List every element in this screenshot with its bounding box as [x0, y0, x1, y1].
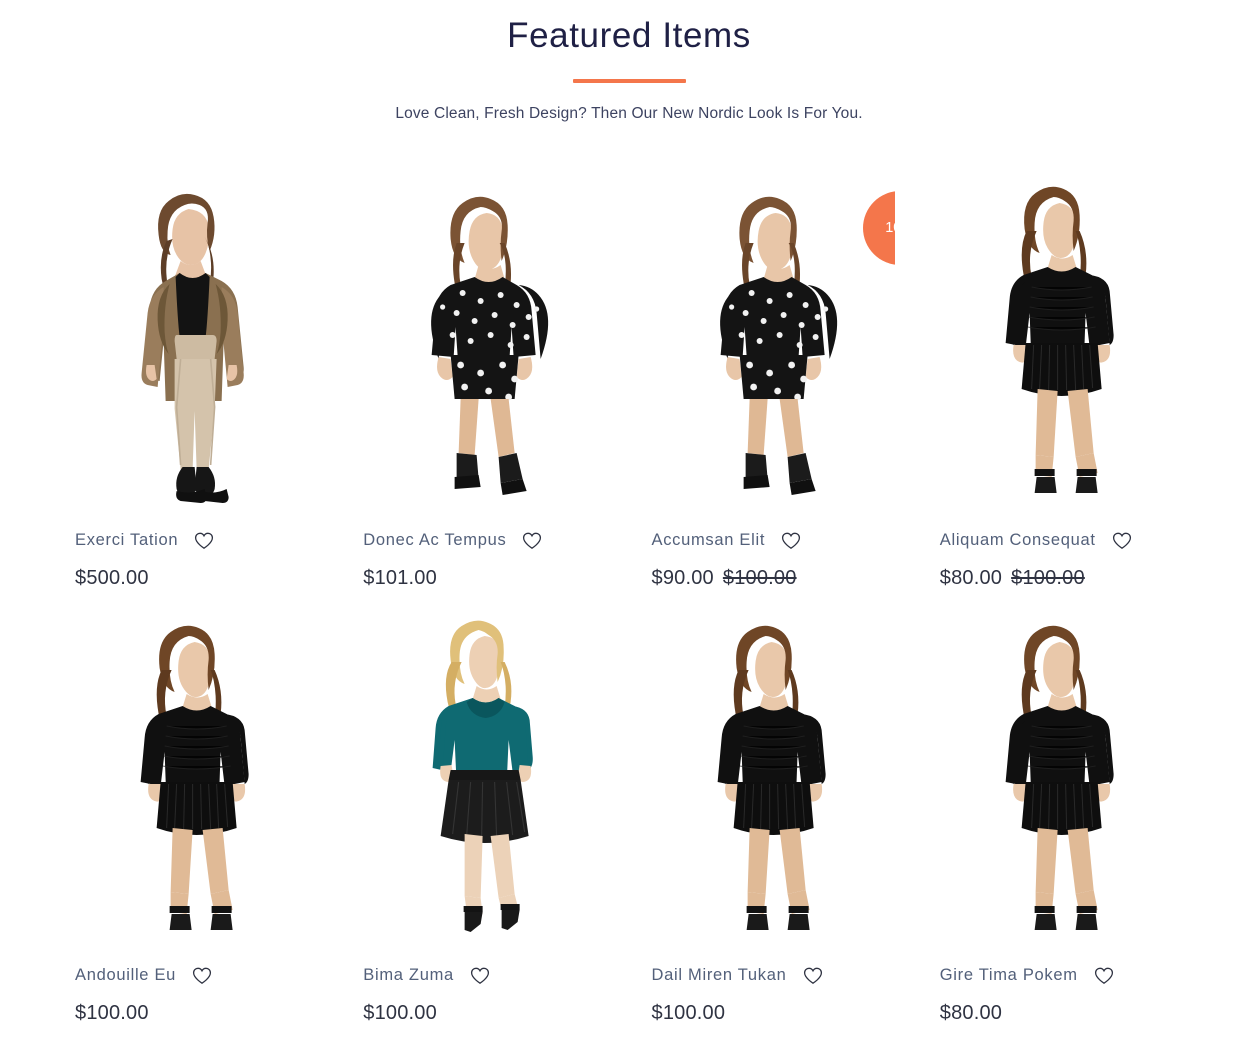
- product-name[interactable]: Donec Ac Tempus: [363, 531, 506, 550]
- product-info: Exerci Tation $500.00: [75, 517, 318, 590]
- product-price: $500.00: [75, 566, 149, 589]
- title-underline: [572, 78, 686, 83]
- product-name[interactable]: Accumsan Elit: [652, 531, 766, 550]
- product-info: Andouille Eu $100.00: [75, 952, 318, 1025]
- product-info: Donec Ac Tempus $101.00: [363, 517, 606, 590]
- model-photo: [941, 168, 1182, 517]
- product-image[interactable]: [363, 168, 607, 517]
- product-card[interactable]: Gire Tima Pokem $80.00: [939, 611, 1183, 1025]
- product-price-row: $80.00 $100.00: [940, 567, 1183, 590]
- product-price: $80.00: [939, 1001, 1003, 1024]
- product-title-row: Dail Miren Tukan: [652, 964, 895, 988]
- product-grid-row-1: Exerci Tation $500.00 Donec Ac Tempus $1…: [0, 168, 1258, 590]
- product-info: Accumsan Elit $90.00 $100.00: [652, 517, 895, 590]
- product-price: $100.00: [75, 1001, 149, 1024]
- product-card[interactable]: Dail Miren Tukan $100.00: [651, 611, 895, 1025]
- model-photo: [364, 611, 605, 952]
- product-price-row: $500.00: [75, 567, 318, 590]
- product-price: $100.00: [651, 1001, 726, 1024]
- product-card[interactable]: Aliquam Consequat $80.00 $100.00: [939, 168, 1183, 590]
- heart-outline-icon[interactable]: [192, 529, 216, 553]
- product-info: Aliquam Consequat $80.00 $100.00: [940, 517, 1183, 590]
- product-image[interactable]: [75, 611, 319, 952]
- product-card[interactable]: Donec Ac Tempus $101.00: [363, 168, 607, 590]
- product-card[interactable]: Exerci Tation $500.00: [75, 168, 319, 590]
- product-info: Bima Zuma $100.00: [363, 952, 606, 1025]
- product-name[interactable]: Exerci Tation: [75, 531, 178, 550]
- product-info: Dail Miren Tukan $100.00: [652, 952, 895, 1025]
- product-title-row: Exerci Tation: [75, 529, 318, 553]
- product-image[interactable]: [363, 611, 607, 952]
- product-name[interactable]: Dail Miren Tukan: [652, 966, 787, 985]
- product-original-price: $100.00: [1011, 566, 1085, 589]
- product-price: $100.00: [363, 1001, 437, 1024]
- product-title-row: Bima Zuma: [363, 964, 606, 988]
- product-price-row: $80.00: [940, 1002, 1183, 1025]
- model-photo: [364, 168, 605, 517]
- heart-outline-icon[interactable]: [190, 964, 214, 988]
- product-title-row: Aliquam Consequat: [940, 529, 1183, 553]
- product-title-row: Accumsan Elit: [652, 529, 895, 553]
- product-price: $90.00: [651, 566, 714, 589]
- heart-outline-icon[interactable]: [779, 529, 803, 553]
- heart-outline-icon[interactable]: [468, 964, 492, 988]
- product-price-row: $100.00: [363, 1002, 606, 1025]
- product-price-row: $100.00: [652, 1002, 895, 1025]
- product-grid-row-2: Andouille Eu $100.00 Bima Zuma $100.00 D…: [0, 611, 1258, 1025]
- heart-outline-icon[interactable]: [1110, 529, 1134, 553]
- heart-outline-icon[interactable]: [520, 529, 544, 553]
- product-title-row: Andouille Eu: [75, 964, 318, 988]
- product-name[interactable]: Bima Zuma: [363, 966, 454, 985]
- section-header: Featured Items Love Clean, Fresh Design?…: [0, 0, 1258, 123]
- product-price: $101.00: [363, 566, 437, 589]
- product-card[interactable]: 10% Accumsan Elit $90.00 $100.00: [651, 168, 895, 590]
- product-card[interactable]: Andouille Eu $100.00: [75, 611, 319, 1025]
- product-name[interactable]: Gire Tima Pokem: [940, 966, 1078, 985]
- model-photo: [941, 611, 1182, 952]
- product-original-price: $100.00: [722, 566, 797, 589]
- product-card[interactable]: Bima Zuma $100.00: [363, 611, 607, 1025]
- product-name[interactable]: Andouille Eu: [75, 966, 176, 985]
- product-image[interactable]: [939, 168, 1183, 517]
- section-subtitle: Love Clean, Fresh Design? Then Our New N…: [395, 104, 863, 122]
- product-info: Gire Tima Pokem $80.00: [940, 952, 1183, 1025]
- product-name[interactable]: Aliquam Consequat: [940, 531, 1096, 550]
- model-photo: [76, 611, 317, 952]
- product-title-row: Gire Tima Pokem: [940, 964, 1183, 988]
- product-image[interactable]: [75, 168, 319, 517]
- model-photo: [653, 611, 894, 952]
- model-photo: [653, 168, 894, 517]
- product-price-row: $100.00: [75, 1002, 318, 1025]
- heart-outline-icon[interactable]: [801, 964, 825, 988]
- model-photo: [76, 168, 317, 517]
- product-price-row: $101.00: [363, 567, 606, 590]
- product-image[interactable]: [651, 611, 895, 952]
- product-price-row: $90.00 $100.00: [652, 567, 895, 590]
- product-image[interactable]: 10%: [651, 168, 895, 517]
- product-price: $80.00: [939, 566, 1003, 589]
- product-image[interactable]: [939, 611, 1183, 952]
- heart-outline-icon[interactable]: [1092, 964, 1116, 988]
- page-title: Featured Items: [507, 16, 751, 55]
- product-title-row: Donec Ac Tempus: [363, 529, 606, 553]
